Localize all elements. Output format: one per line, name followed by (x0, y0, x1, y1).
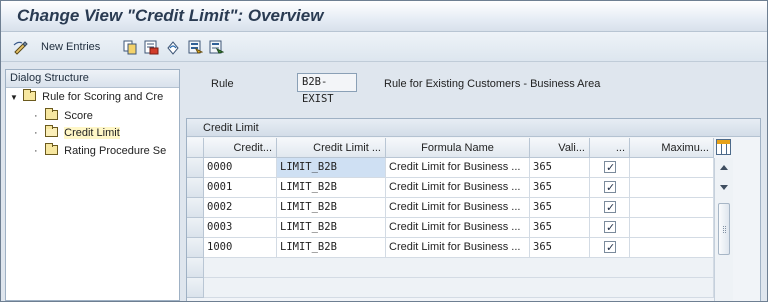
copy-button[interactable] (122, 38, 138, 56)
cell-maximum[interactable] (630, 218, 714, 238)
cell-flag (590, 218, 630, 238)
rule-field[interactable]: B2B-EXIST (297, 73, 357, 105)
column-header-formula-name[interactable]: Formula Name (386, 138, 530, 158)
cell-credit-limit[interactable]: LIMIT_B2B (277, 238, 386, 258)
cell-formula-name[interactable]: Credit Limit for Business ... (386, 238, 530, 258)
edit-pen-icon (13, 39, 29, 55)
bullet-icon: · (34, 110, 38, 122)
cell-validity[interactable]: 365 (530, 198, 590, 218)
row-selector[interactable] (187, 178, 204, 198)
column-header-credit-limit[interactable]: Credit Limit ... (277, 138, 386, 158)
scrollbar-thumb[interactable] (718, 203, 730, 255)
page-title: Change View "Credit Limit": Overview (17, 6, 324, 25)
scroll-down-icon[interactable] (720, 185, 728, 190)
rule-label: Rule (211, 78, 234, 90)
cell-formula-name[interactable]: Credit Limit for Business ... (386, 158, 530, 178)
delete-icon (143, 39, 159, 55)
cell-flag (590, 178, 630, 198)
cell-credit[interactable]: 0003 (204, 218, 277, 238)
column-header-credit[interactable]: Credit... (204, 138, 277, 158)
row-selector[interactable] (187, 278, 204, 298)
new-entries-label: New Entries (41, 41, 101, 53)
undo-button[interactable] (165, 38, 181, 56)
folder-icon (23, 89, 37, 101)
row-selector[interactable] (187, 258, 204, 278)
checkbox[interactable] (604, 159, 616, 177)
open-folder-icon (45, 125, 59, 137)
main-content: Rule B2B-EXIST Rule for Existing Custome… (181, 62, 767, 301)
checkbox[interactable] (604, 239, 616, 257)
cell-flag (590, 158, 630, 178)
cell-credit-limit[interactable]: LIMIT_B2B (277, 178, 386, 198)
row-selector[interactable] (187, 238, 204, 258)
delete-button[interactable] (143, 38, 159, 56)
column-header-validity[interactable]: Vali... (530, 138, 590, 158)
empty-row (204, 258, 714, 278)
cell-credit-limit[interactable]: LIMIT_B2B (277, 158, 386, 178)
undo-icon (165, 39, 181, 55)
scroll-up-icon[interactable] (720, 165, 728, 170)
column-header-flag[interactable]: ... (590, 138, 630, 158)
credit-limit-table: Credit Limit Credit... Credit Limit ... … (186, 118, 761, 301)
tree-item-score[interactable]: · Score (34, 108, 93, 125)
cell-formula-name[interactable]: Credit Limit for Business ... (386, 198, 530, 218)
rule-description: Rule for Existing Customers - Business A… (384, 78, 601, 90)
vertical-scrollbar[interactable] (714, 158, 733, 301)
row-selector[interactable] (187, 158, 204, 178)
cell-validity[interactable]: 365 (530, 178, 590, 198)
tree-item-label: Credit Limit (64, 127, 120, 139)
expand-triangle-icon[interactable]: ▼ (10, 89, 20, 106)
copy-icon (122, 39, 138, 55)
select-all-button[interactable] (187, 38, 204, 56)
row-selector[interactable] (187, 218, 204, 238)
dialog-structure-panel: Dialog Structure ▼ Rule for Scoring and … (5, 69, 180, 301)
cell-credit[interactable]: 0000 (204, 158, 277, 178)
tree-item-credit-limit[interactable]: · Credit Limit (34, 125, 120, 142)
grip-icon (723, 226, 726, 233)
tree-item-label: Rule for Scoring and Cre (42, 91, 164, 103)
cell-validity[interactable]: 365 (530, 238, 590, 258)
bullet-icon: · (34, 145, 38, 157)
folder-icon (45, 108, 59, 120)
select-all-rows-header[interactable] (187, 138, 204, 158)
checkbox[interactable] (604, 179, 616, 197)
table-title: Credit Limit (187, 119, 760, 137)
cell-credit[interactable]: 1000 (204, 238, 277, 258)
title-bar: Change View "Credit Limit": Overview (1, 1, 767, 32)
application-toolbar: New Entries (1, 32, 767, 62)
cell-credit-limit[interactable]: LIMIT_B2B (277, 198, 386, 218)
dialog-structure-header: Dialog Structure (6, 70, 179, 88)
cell-maximum[interactable] (630, 198, 714, 218)
deselect-button[interactable] (208, 38, 225, 56)
cell-maximum[interactable] (630, 238, 714, 258)
tree-item-rule[interactable]: ▼ Rule for Scoring and Cre (10, 89, 163, 106)
new-entries-button[interactable]: New Entries (13, 38, 100, 56)
cell-maximum[interactable] (630, 178, 714, 198)
cell-flag (590, 198, 630, 218)
checkbox[interactable] (604, 219, 616, 237)
cell-validity[interactable]: 365 (530, 158, 590, 178)
select-all-icon (187, 39, 204, 55)
folder-icon (45, 143, 59, 155)
cell-maximum[interactable] (630, 158, 714, 178)
bullet-icon: · (34, 127, 38, 139)
row-selector[interactable] (187, 198, 204, 218)
column-header-maximum[interactable]: Maximu... (630, 138, 714, 158)
empty-row (204, 278, 714, 298)
cell-formula-name[interactable]: Credit Limit for Business ... (386, 178, 530, 198)
tree-item-rating-procedure[interactable]: · Rating Procedure Se (34, 143, 166, 160)
sap-window: Change View "Credit Limit": Overview New… (0, 0, 768, 302)
checkbox[interactable] (604, 199, 616, 217)
tree-item-label: Rating Procedure Se (64, 145, 167, 157)
cell-credit[interactable]: 0002 (204, 198, 277, 218)
cell-validity[interactable]: 365 (530, 218, 590, 238)
deselect-icon (208, 39, 225, 55)
cell-flag (590, 238, 630, 258)
cell-credit-limit[interactable]: LIMIT_B2B (277, 218, 386, 238)
cell-credit[interactable]: 0001 (204, 178, 277, 198)
cell-formula-name[interactable]: Credit Limit for Business ... (386, 218, 530, 238)
tree-item-label: Score (64, 110, 93, 122)
table-settings-icon[interactable] (716, 139, 731, 155)
